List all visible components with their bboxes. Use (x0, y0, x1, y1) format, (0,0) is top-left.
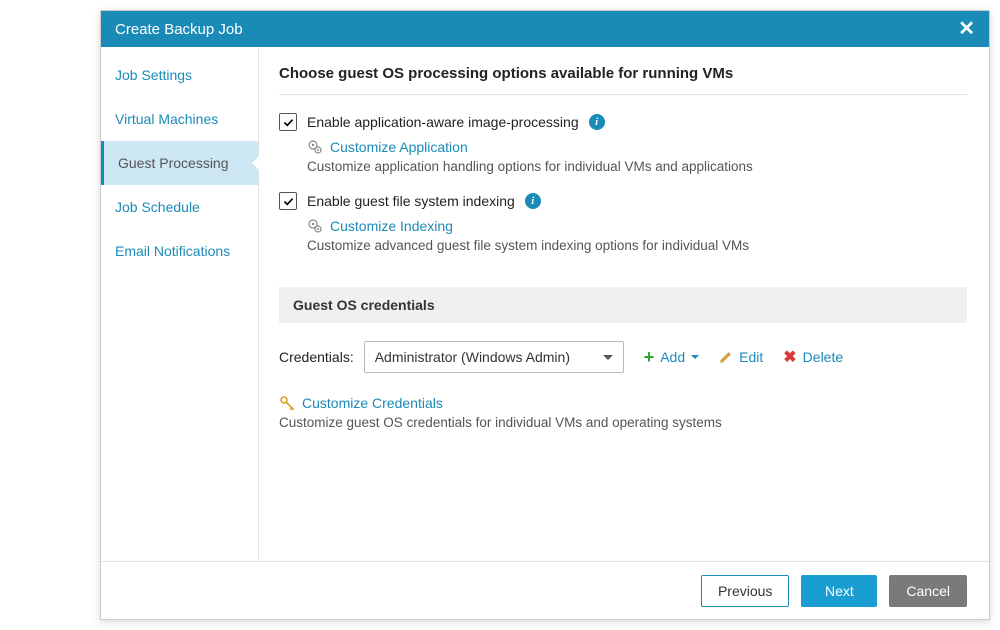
btn-label: Previous (718, 583, 772, 599)
sidebar-item-label: Virtual Machines (115, 111, 218, 127)
gear-icon (307, 139, 323, 155)
guest-credentials-header: Guest OS credentials (279, 287, 967, 323)
content-panel: Choose guest OS processing options avail… (259, 47, 989, 561)
next-button[interactable]: Next (801, 575, 877, 607)
sidebar-item-job-schedule[interactable]: Job Schedule (101, 185, 258, 229)
sidebar-item-label: Guest Processing (118, 155, 229, 171)
credentials-label: Credentials: (279, 349, 354, 365)
dropdown-value: Administrator (Windows Admin) (375, 349, 570, 365)
credentials-dropdown[interactable]: Administrator (Windows Admin) (364, 341, 624, 373)
info-icon[interactable]: i (525, 193, 541, 209)
sidebar-item-label: Email Notifications (115, 243, 230, 259)
opt-desc: Customize application handling options f… (307, 159, 967, 174)
sidebar-item-guest-processing[interactable]: Guest Processing (101, 141, 258, 185)
dialog-body: Job Settings Virtual Machines Guest Proc… (101, 47, 989, 561)
checkbox-app-aware[interactable] (279, 113, 297, 131)
plus-icon: + (644, 348, 655, 366)
key-icon (279, 395, 295, 411)
pencil-icon (719, 350, 733, 364)
delete-button[interactable]: ✖ Delete (783, 347, 843, 367)
checkmark-icon (282, 116, 295, 129)
wizard-sidebar: Job Settings Virtual Machines Guest Proc… (101, 47, 259, 561)
sidebar-item-virtual-machines[interactable]: Virtual Machines (101, 97, 258, 141)
sidebar-item-job-settings[interactable]: Job Settings (101, 53, 258, 97)
add-label: Add (660, 349, 685, 365)
link-text: Customize Indexing (330, 218, 453, 234)
chevron-down-icon (691, 355, 699, 359)
checkmark-icon (282, 195, 295, 208)
previous-button[interactable]: Previous (701, 575, 789, 607)
customize-cred-desc: Customize guest OS credentials for indiv… (279, 415, 967, 430)
opt-label: Enable guest file system indexing (307, 193, 515, 209)
option-indexing: Enable guest file system indexing i Cust… (279, 192, 967, 253)
edit-label: Edit (739, 349, 763, 365)
link-text: Customize Application (330, 139, 468, 155)
option-application-aware: Enable application-aware image-processin… (279, 113, 967, 174)
sidebar-item-label: Job Schedule (115, 199, 200, 215)
close-icon[interactable]: ✕ (958, 19, 975, 39)
create-backup-job-dialog: Create Backup Job ✕ Job Settings Virtual… (100, 10, 990, 620)
add-button[interactable]: + Add (644, 348, 699, 366)
gear-icon (307, 218, 323, 234)
page-title: Choose guest OS processing options avail… (279, 65, 967, 95)
dialog-footer: Previous Next Cancel (101, 561, 989, 619)
customize-indexing-link[interactable]: Customize Indexing (307, 218, 967, 234)
dialog-title: Create Backup Job (115, 21, 243, 38)
info-icon[interactable]: i (589, 114, 605, 130)
customize-credentials-link[interactable]: Customize Credentials (279, 395, 967, 411)
checkbox-indexing[interactable] (279, 192, 297, 210)
link-text: Customize Credentials (302, 395, 443, 411)
btn-label: Cancel (906, 583, 950, 599)
cancel-button[interactable]: Cancel (889, 575, 967, 607)
dialog-header: Create Backup Job ✕ (101, 11, 989, 47)
edit-button[interactable]: Edit (719, 349, 763, 365)
chevron-down-icon (603, 355, 613, 360)
btn-label: Next (825, 583, 854, 599)
opt-label: Enable application-aware image-processin… (307, 114, 579, 130)
credentials-row: Credentials: Administrator (Windows Admi… (279, 341, 967, 373)
customize-application-link[interactable]: Customize Application (307, 139, 967, 155)
sidebar-item-email-notifications[interactable]: Email Notifications (101, 229, 258, 273)
x-icon: ✖ (783, 347, 796, 367)
delete-label: Delete (803, 349, 843, 365)
opt-desc: Customize advanced guest file system ind… (307, 238, 967, 253)
sidebar-item-label: Job Settings (115, 67, 192, 83)
